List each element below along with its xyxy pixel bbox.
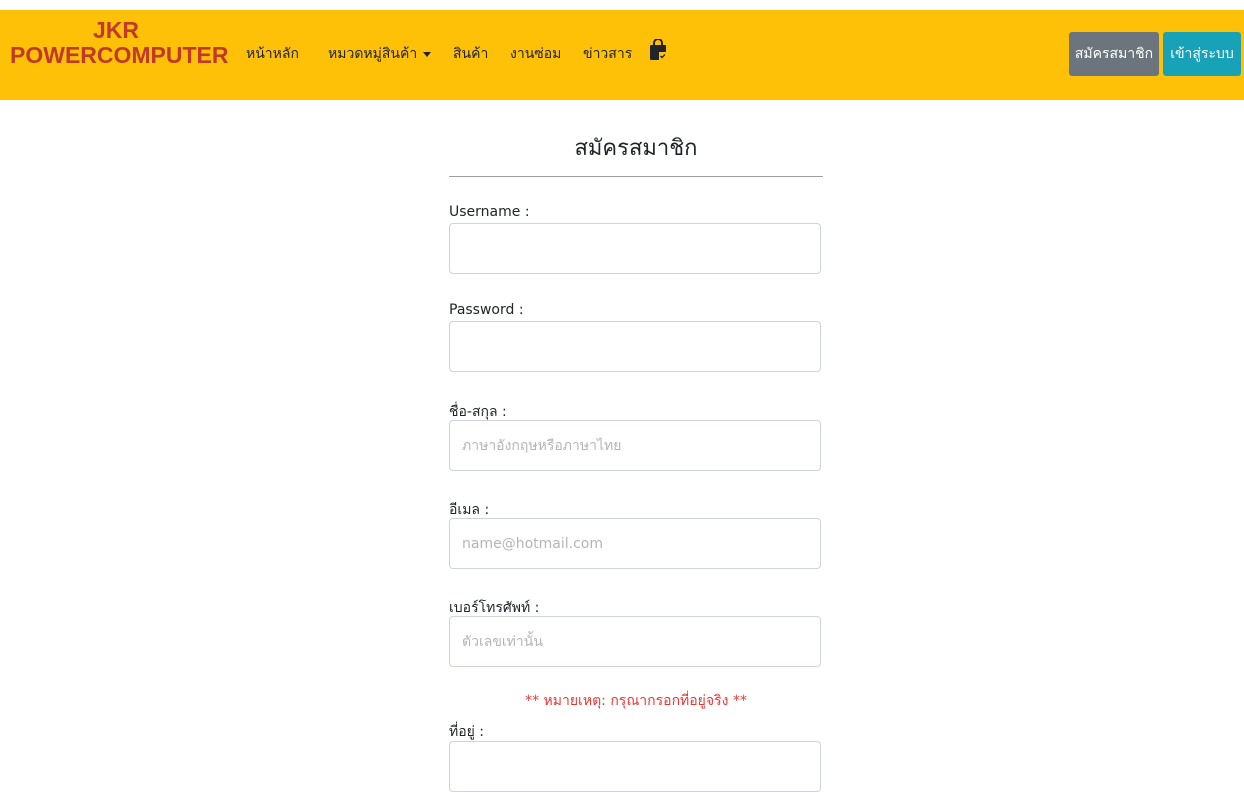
password-label: Password : <box>449 302 524 318</box>
username-input[interactable] <box>449 223 821 274</box>
nav-link-products[interactable]: สินค้า <box>453 43 488 65</box>
brand-logo[interactable]: JKR POWERCOMPUTER <box>10 17 229 68</box>
login-button[interactable]: เข้าสู่ระบบ <box>1163 32 1241 76</box>
nav-link-categories[interactable]: หมวดหมู่สินค้า <box>328 43 432 65</box>
address-note: ** หมายเหตุ: กรุณากรอกที่อยู่จริง ** <box>525 693 747 709</box>
chevron-down-icon <box>423 51 432 57</box>
shopping-bag-icon[interactable] <box>648 39 668 61</box>
brand-line-2: POWERCOMPUTER <box>10 42 229 68</box>
nav-link-repair[interactable]: งานซ่อม <box>510 43 561 65</box>
top-rule <box>0 0 1244 10</box>
email-input[interactable] <box>449 518 821 569</box>
register-button[interactable]: สมัครสมาชิก <box>1069 32 1159 76</box>
nav-link-home[interactable]: หน้าหลัก <box>246 43 299 65</box>
nav-link-categories-label: หมวดหมู่สินค้า <box>328 46 418 62</box>
phone-input[interactable] <box>449 616 821 667</box>
nav-link-news[interactable]: ข่าวสาร <box>583 43 632 65</box>
page-title: สมัครสมาชิก <box>574 136 698 161</box>
password-input[interactable] <box>449 321 821 372</box>
fullname-input[interactable] <box>449 420 821 471</box>
brand-line-1: JKR <box>92 17 139 43</box>
title-divider <box>449 176 823 177</box>
address-label: ที่อยู่ : <box>449 724 485 740</box>
username-label: Username : <box>449 204 530 220</box>
address-input[interactable] <box>449 741 821 792</box>
navbar: JKR POWERCOMPUTER หน้าหลัก หมวดหมู่สินค้… <box>0 10 1244 100</box>
